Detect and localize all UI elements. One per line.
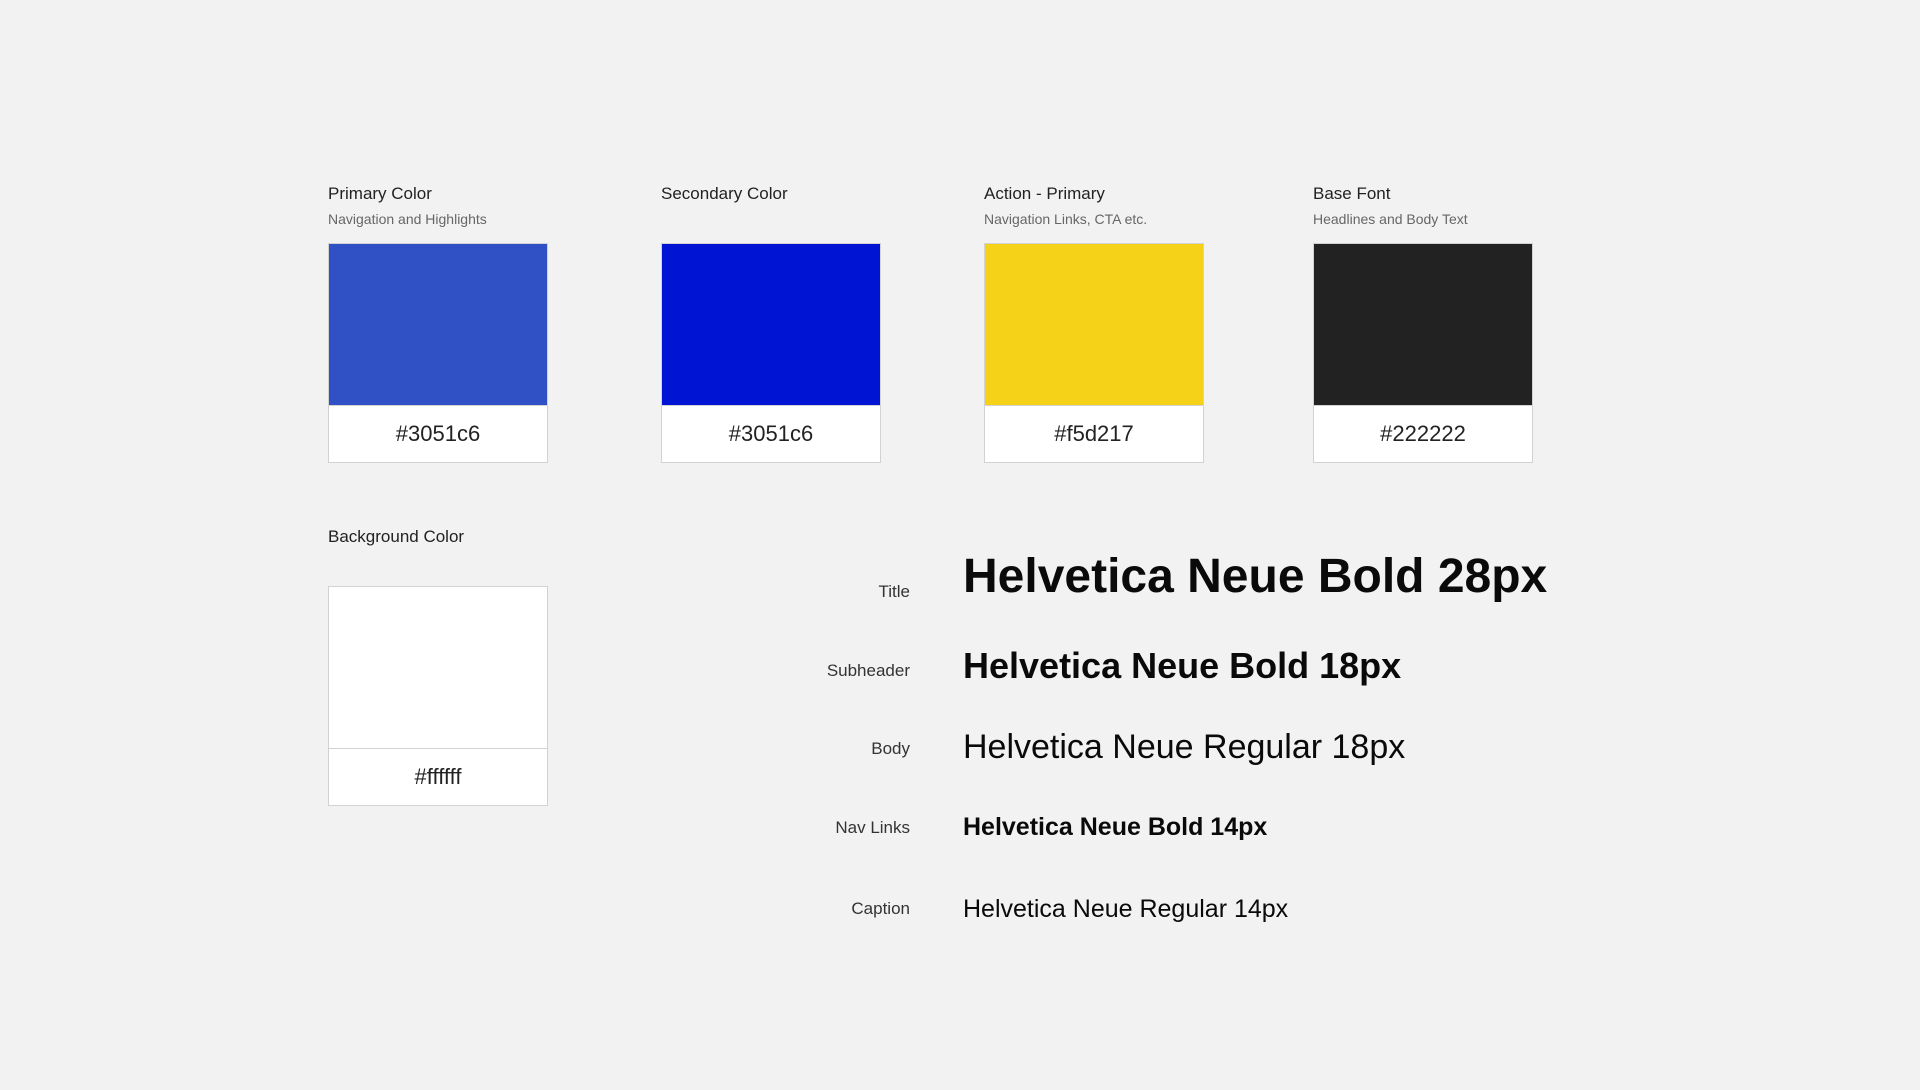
swatch-title: Secondary Color [661, 184, 788, 203]
hex-value: #ffffff [414, 764, 462, 789]
type-sample: Helvetica Neue Regular 14px [963, 895, 1289, 923]
type-sample: Helvetica Neue Regular 18px [963, 728, 1406, 766]
type-row-subheader: Subheader Helvetica Neue Bold 18px [780, 645, 1920, 689]
color-sample [329, 244, 547, 406]
color-sample [662, 244, 880, 406]
color-card: #3051c6 [328, 243, 548, 463]
color-sample [985, 244, 1203, 406]
color-card: #222222 [1313, 243, 1533, 463]
type-sample: Helvetica Neue Bold 18px [963, 645, 1402, 686]
swatch-title: Base Font [1313, 184, 1391, 203]
hex-value: #3051c6 [395, 421, 481, 446]
hex-value: #222222 [1380, 421, 1466, 446]
type-label: Subheader [826, 661, 910, 680]
color-card: #f5d217 [984, 243, 1204, 463]
type-sample: Helvetica Neue Bold 28px [963, 550, 1548, 603]
type-row-caption: Caption Helvetica Neue Regular 14px [780, 894, 1920, 926]
type-row-nav-links: Nav Links Helvetica Neue Bold 14px [780, 812, 1920, 844]
swatch-subtitle: Navigation Links, CTA etc. [984, 211, 1148, 227]
color-card: #3051c6 [661, 243, 881, 463]
color-sample [329, 587, 547, 749]
swatch-title: Background Color [328, 527, 465, 546]
type-label: Caption [851, 899, 910, 918]
type-sample: Helvetica Neue Bold 14px [963, 813, 1268, 841]
swatch-title: Primary Color [328, 184, 432, 203]
swatch-subtitle: Navigation and Highlights [328, 211, 487, 227]
type-label: Title [878, 582, 911, 601]
type-row-body: Body Helvetica Neue Regular 18px [780, 727, 1920, 769]
type-row-title: Title Helvetica Neue Bold 28px [780, 549, 1920, 609]
swatch-subtitle: Headlines and Body Text [1313, 211, 1468, 227]
hex-value: #f5d217 [1054, 421, 1134, 446]
type-label: Nav Links [835, 818, 910, 837]
type-label: Body [871, 739, 910, 758]
color-card: #ffffff [328, 586, 548, 806]
hex-value: #3051c6 [728, 421, 814, 446]
color-sample [1314, 244, 1532, 406]
swatch-title: Action - Primary [984, 184, 1105, 203]
